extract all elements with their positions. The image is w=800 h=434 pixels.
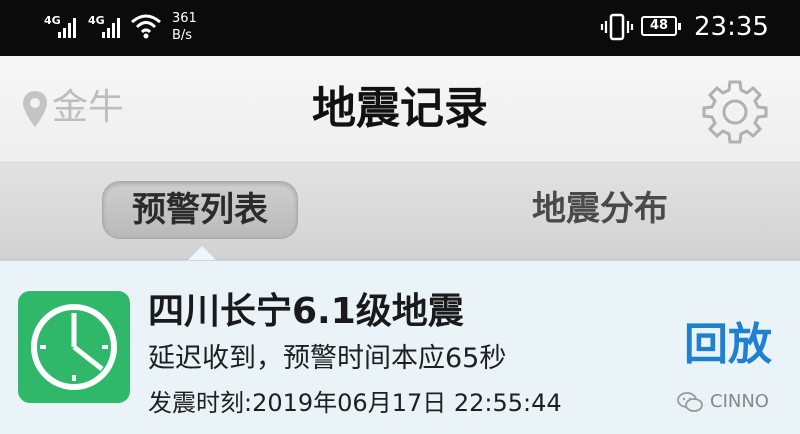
tab-bar: 预警列表 地震分布 bbox=[0, 163, 800, 260]
watermark-text: CINNO bbox=[710, 391, 769, 412]
status-bar: 4G 4G 361 B/s 48 23:35 bbox=[0, 0, 800, 56]
app-header: 金牛 地震记录 bbox=[0, 56, 800, 163]
replay-button[interactable]: 回放 bbox=[684, 317, 772, 373]
alarm-clock-icon bbox=[18, 291, 130, 403]
network-speed-unit: B/s bbox=[172, 28, 193, 43]
tab-earthquake-distribution[interactable]: 地震分布 bbox=[490, 181, 710, 239]
warning-delay-text: 延迟收到，预警时间本应65秒 bbox=[148, 343, 507, 374]
battery-icon: 48 bbox=[641, 16, 681, 36]
page-title: 地震记录 bbox=[312, 83, 488, 134]
watermark: CINNO bbox=[676, 387, 769, 417]
gear-icon[interactable] bbox=[702, 78, 768, 144]
network-speed: 361 B/s bbox=[172, 10, 197, 44]
list-item[interactable]: 四川长宁6.1级地震 延迟收到，预警时间本应65秒 发震时刻:2019年06月1… bbox=[0, 260, 800, 434]
vibrate-icon bbox=[600, 13, 634, 41]
wifi-icon bbox=[131, 14, 161, 39]
active-tab-pointer bbox=[188, 246, 216, 260]
signal-icon bbox=[58, 16, 82, 38]
network-speed-value: 361 bbox=[172, 11, 197, 26]
signal-icon bbox=[102, 16, 126, 38]
wechat-icon bbox=[677, 392, 703, 412]
earthquake-title: 四川长宁6.1级地震 bbox=[148, 291, 464, 332]
quake-time-text: 发震时刻:2019年06月17日 22:55:44 bbox=[148, 389, 562, 417]
status-time: 23:35 bbox=[694, 12, 769, 42]
tab-warning-list[interactable]: 预警列表 bbox=[102, 181, 298, 239]
